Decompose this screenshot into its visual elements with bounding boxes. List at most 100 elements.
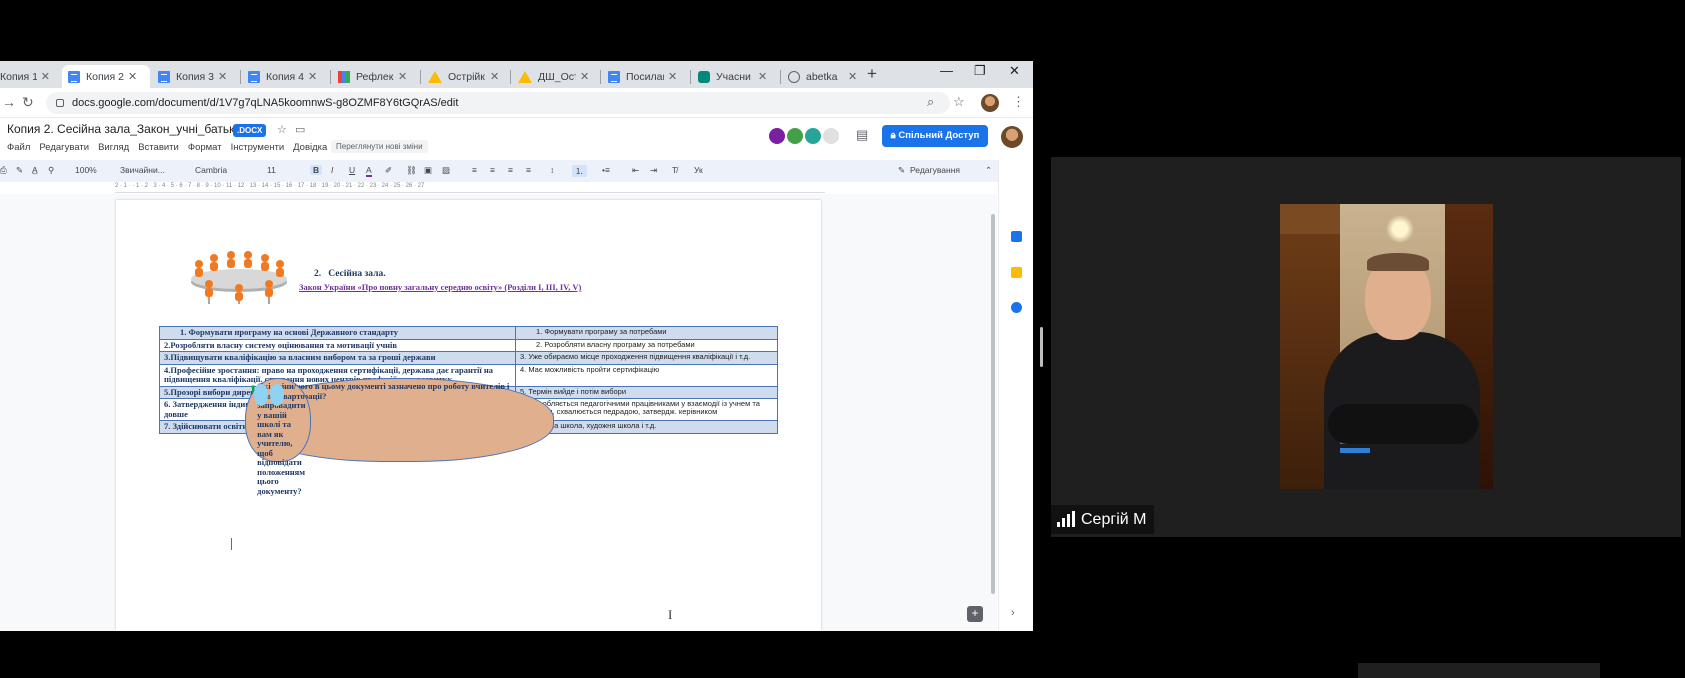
print-icon[interactable]: ⎙ [0, 165, 7, 176]
close-icon[interactable]: ✕ [668, 70, 677, 83]
url-field[interactable]: docs.google.com/document/d/1V7g7qLNA5koo… [46, 92, 950, 114]
style-select[interactable]: Звичайни... [120, 165, 165, 175]
avatar[interactable] [1001, 126, 1023, 148]
font-select[interactable]: Cambria [195, 165, 227, 175]
more-vert-icon[interactable]: ⋮ [1012, 94, 1025, 110]
highlight-icon[interactable]: ✐ [385, 165, 392, 176]
tab-9[interactable]: Учасни ✕ [692, 65, 780, 88]
document-page[interactable]: 2. Сесійна зала. Закон України «Про повн… [116, 200, 821, 631]
tab-1[interactable]: Копия 1 ✕ [0, 65, 56, 88]
format-painter-icon[interactable]: ⚲ [48, 165, 54, 176]
close-icon[interactable]: ✕ [41, 70, 50, 83]
input-tools-icon[interactable]: Ук [694, 165, 703, 175]
close-icon[interactable]: ✕ [398, 70, 407, 83]
vertical-scrollbar[interactable] [990, 194, 996, 629]
bulleted-list-icon[interactable]: •≡ [602, 165, 610, 175]
close-icon[interactable]: ✕ [490, 70, 499, 83]
table-cell[interactable]: 4. Має можливість пройти сертифікацію [514, 363, 779, 387]
calendar-icon[interactable] [1011, 231, 1022, 242]
line-spacing-icon[interactable]: ↕ [550, 165, 554, 175]
close-icon[interactable]: ✕ [580, 70, 589, 83]
image-icon[interactable]: ▨ [442, 165, 450, 176]
table-cell[interactable]: 2. Розробляти власну програму за потреба… [514, 338, 779, 353]
new-tab-button[interactable]: + [867, 64, 877, 84]
align-justify-icon[interactable]: ≡ [526, 165, 531, 175]
comment-icon[interactable]: ▤ [856, 127, 868, 143]
reload-icon[interactable]: ↻ [22, 94, 34, 111]
tab-4[interactable]: Копия 4 ✕ [242, 65, 330, 88]
mode-select[interactable]: Редагування [910, 165, 960, 175]
tab-10[interactable]: abetka ✕ [782, 65, 870, 88]
tab-6[interactable]: Острійк ✕ [422, 65, 510, 88]
table-header-cell[interactable]: Які зміни/кроки варто запровадити у ваші… [244, 378, 311, 495]
chevron-right-icon[interactable]: › [1011, 607, 1022, 619]
link-icon[interactable]: ⛓ [406, 165, 417, 176]
menu-edit[interactable]: Редагувати [39, 142, 89, 153]
zoom-select[interactable]: 100% [75, 165, 97, 175]
menu-insert[interactable]: Вставити [138, 142, 179, 153]
minimize-icon[interactable]: — [940, 63, 953, 78]
align-center-icon[interactable]: ≡ [490, 165, 495, 175]
restore-icon[interactable]: ❐ [974, 63, 986, 79]
avatar[interactable] [785, 126, 805, 146]
spellcheck-icon[interactable]: A̲ [32, 165, 38, 175]
tab-7[interactable]: ДШ_Остр ✕ [512, 65, 600, 88]
tab-2[interactable]: Копия 2 ✕ [62, 65, 150, 88]
tasks-icon[interactable] [1011, 302, 1022, 313]
table-cell[interactable]: 2.Розробляти власну систему оцінювання т… [159, 338, 516, 353]
last-edit-link[interactable]: Переглянути нові зміни [331, 140, 428, 153]
table-cell[interactable]: 5. Термін вийде і потім вибори [514, 385, 779, 400]
increase-indent-icon[interactable]: ⇥ [650, 165, 657, 176]
bold-button[interactable]: B [310, 165, 323, 175]
menu-help[interactable]: Довідка [293, 142, 327, 153]
menu-view[interactable]: Вигляд [98, 142, 129, 153]
clear-format-icon[interactable]: T̸ [672, 165, 677, 175]
tab-8[interactable]: Посилан ✕ [602, 65, 690, 88]
close-icon[interactable]: ✕ [758, 70, 767, 83]
decrease-indent-icon[interactable]: ⇤ [632, 165, 639, 176]
keep-icon[interactable] [1011, 267, 1022, 278]
avatar[interactable] [821, 126, 841, 146]
collapse-toolbar-icon[interactable]: ⌃ [985, 165, 992, 176]
share-button[interactable]: 🔒︎ Спільний Доступ [882, 125, 988, 147]
underline-button[interactable]: U [349, 165, 355, 175]
align-right-icon[interactable]: ≡ [508, 165, 513, 175]
document-canvas[interactable]: 2. Сесійна зала. Закон України «Про повн… [0, 194, 997, 631]
font-size-select[interactable]: 11 [267, 165, 276, 175]
star-icon[interactable]: ☆ [277, 123, 287, 136]
close-icon[interactable]: ✕ [218, 70, 227, 83]
explore-icon[interactable]: + [967, 606, 983, 622]
table-cell[interactable]: 3.Підвищувати кваліфікацію за власним ви… [159, 351, 516, 365]
zoom-icon[interactable]: ⌕ [927, 94, 934, 110]
doc-title[interactable]: Копия 2. Сесійна зала_Закон_учні_батьки [7, 122, 241, 136]
close-icon[interactable]: ✕ [848, 70, 857, 83]
scrollbar-thumb[interactable] [991, 214, 995, 594]
tab-5[interactable]: Рефлекс ✕ [332, 65, 420, 88]
video-tile[interactable]: Сергій М [1051, 157, 1681, 537]
close-window-icon[interactable]: ✕ [1009, 63, 1020, 79]
avatar[interactable] [803, 126, 823, 146]
italic-button[interactable]: I [331, 165, 333, 175]
tab-3[interactable]: Копия 3 ✕ [152, 65, 240, 88]
menu-format[interactable]: Формат [188, 142, 222, 153]
avatar[interactable] [981, 94, 999, 112]
table-cell[interactable]: 3. Уже обираємо місце проходження підвищ… [514, 351, 779, 365]
table-cell[interactable]: 7. Музична школа, художня школа і т.д. [514, 420, 779, 434]
table-cell[interactable]: 6.Розробляється педагогічними працівника… [514, 398, 779, 422]
menu-file[interactable]: Файл [7, 142, 30, 153]
avatar[interactable] [767, 126, 787, 146]
add-comment-icon[interactable]: ▣ [424, 165, 432, 176]
folder-icon[interactable]: ▭ [295, 123, 305, 136]
pane-resize-handle[interactable] [1040, 327, 1043, 367]
text-color-button[interactable]: A [366, 165, 372, 177]
close-icon[interactable]: ✕ [308, 70, 317, 83]
align-left-icon[interactable]: ≡ [472, 165, 477, 175]
table-cell[interactable]: 1. Формувати програму за потребами [514, 326, 779, 340]
menu-tools[interactable]: Інструменти [231, 142, 285, 153]
forward-icon[interactable]: → [2, 94, 16, 110]
numbered-list-icon[interactable]: ⒈ [572, 165, 587, 177]
star-icon[interactable]: ☆ [953, 94, 965, 110]
ruler[interactable]: 2 · 1 · · 1 · 2 · 3 · 4 · 5 · 6 · 7 · 8 … [115, 183, 825, 193]
law-link[interactable]: Закон України «Про повну загальну середн… [299, 282, 581, 292]
paint-format-icon[interactable]: ✎ [16, 165, 23, 176]
